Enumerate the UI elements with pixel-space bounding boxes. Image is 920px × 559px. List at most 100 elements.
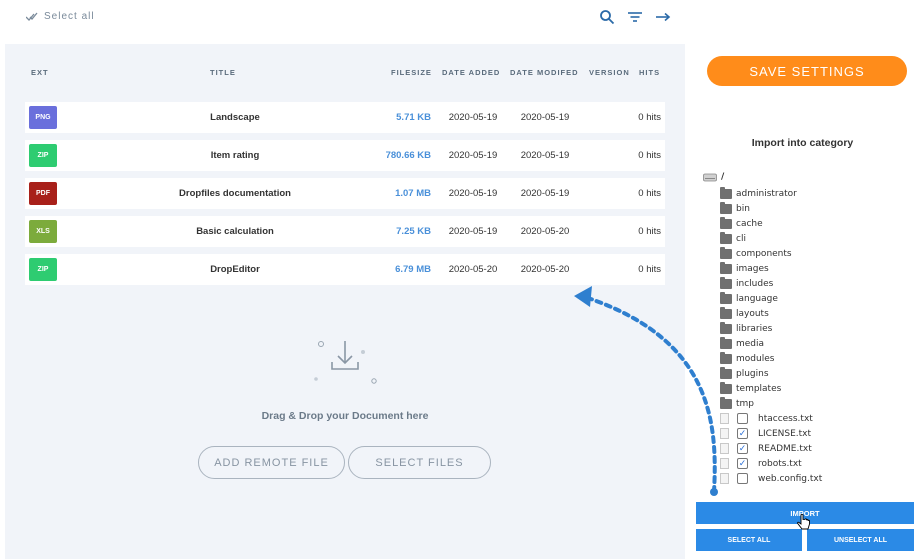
settings-panel: SAVE SETTINGS Import into category / adm… (685, 0, 920, 559)
folder-label: images (736, 263, 769, 274)
tree-file-item[interactable]: ✓ README.txt (720, 441, 812, 456)
file-date-added: 2020-05-19 (448, 150, 498, 161)
tree-file-item[interactable]: ✓ robots.txt (720, 456, 802, 471)
folder-label: administrator (736, 188, 797, 199)
tree-folder-item[interactable]: templates (720, 381, 781, 396)
tree-folder-item[interactable]: media (720, 336, 764, 351)
table-row[interactable]: XLS Basic calculation 7.25 KB 2020-05-19 202… (25, 216, 665, 247)
file-hits: 0 hits (638, 112, 661, 123)
unselect-all-files-button[interactable]: UNSELECT ALL (807, 529, 914, 551)
file-checkbox[interactable] (737, 413, 748, 424)
header-ext[interactable]: EXT (31, 68, 49, 77)
tree-folder-item[interactable]: components (720, 246, 792, 261)
file-size: 780.66 KB (385, 150, 431, 161)
file-date-modified: 2020-05-20 (520, 226, 570, 237)
tree-folder-item[interactable]: layouts (720, 306, 769, 321)
tree-folder-item[interactable]: modules (720, 351, 774, 366)
filter-icon[interactable] (627, 9, 643, 25)
header-date-modified[interactable]: DATE MODIFED (510, 68, 579, 77)
folder-icon (720, 246, 732, 259)
tree-folder-item[interactable]: images (720, 261, 769, 276)
file-date-added: 2020-05-19 (448, 188, 498, 199)
header-date-added[interactable]: DATE ADDED (442, 68, 500, 77)
import-category-title: Import into category (751, 137, 854, 149)
folder-icon (720, 321, 732, 334)
folder-icon (720, 276, 732, 289)
dropfiles-import-page: Select all EXT TITLE FILESIZE DATE ADDED… (0, 0, 920, 559)
file-title: Dropfiles documentation (179, 188, 291, 199)
file-checkbox[interactable]: ✓ (737, 443, 748, 454)
folder-label: media (736, 338, 765, 349)
table-row[interactable]: ZIP Item rating 780.66 KB 2020-05-19 2020-05… (25, 140, 665, 171)
folder-label: libraries (736, 323, 773, 334)
tree-file-item[interactable]: web.config.txt (720, 471, 822, 486)
select-all-files-button[interactable]: SELECT ALL (696, 529, 802, 551)
search-icon[interactable] (599, 9, 615, 25)
folder-icon (720, 291, 732, 304)
folder-icon (720, 216, 732, 229)
file-title: Basic calculation (196, 226, 274, 237)
folder-label: layouts (736, 308, 769, 319)
folder-label: cache (736, 218, 763, 229)
file-title: DropEditor (210, 264, 260, 275)
save-settings-button[interactable]: SAVE SETTINGS (707, 56, 907, 86)
folder-label: templates (736, 383, 782, 394)
folder-label: plugins (736, 368, 769, 379)
folder-icon (720, 201, 732, 214)
tree-file-item[interactable]: htaccess.txt (720, 411, 813, 426)
header-hits[interactable]: HITS (639, 68, 660, 77)
tree-folder-item[interactable]: language (720, 291, 778, 306)
tree-folder-item[interactable]: tmp (720, 396, 754, 411)
file-date-modified: 2020-05-19 (520, 150, 570, 161)
download-icon (314, 341, 377, 384)
table-row[interactable]: PNG Landscape 5.71 KB 2020-05-19 2020-05-19 0… (25, 102, 665, 133)
file-label: web.config.txt (758, 473, 823, 484)
tree-folder-item[interactable]: cache (720, 216, 763, 231)
file-title: Item rating (210, 150, 260, 161)
folder-icon (720, 261, 732, 274)
header-title[interactable]: TITLE (210, 68, 236, 77)
file-type-badge: XLS (29, 220, 57, 243)
tree-folder-item[interactable]: cli (720, 231, 746, 246)
file-date-added: 2020-05-19 (448, 112, 498, 123)
file-date-added: 2020-05-20 (448, 264, 498, 275)
tree-folder-item[interactable]: plugins (720, 366, 769, 381)
file-date-modified: 2020-05-19 (520, 188, 570, 199)
hand-cursor-icon (797, 514, 810, 530)
toolbar-icons (599, 9, 671, 25)
select-files-button[interactable]: SELECT FILES (348, 446, 491, 479)
file-size: 7.25 KB (396, 226, 431, 237)
folder-icon (720, 231, 732, 244)
tree-file-item[interactable]: ✓ LICENSE.txt (720, 426, 811, 441)
file-type-badge: PNG (29, 106, 57, 129)
file-icon (720, 413, 729, 424)
file-hits: 0 hits (638, 264, 661, 275)
file-toolbar: Select all (0, 0, 685, 44)
add-remote-file-button[interactable]: ADD REMOTE FILE (198, 446, 345, 479)
file-checkbox[interactable]: ✓ (737, 458, 748, 469)
table-row[interactable]: PDF Dropfiles documentation 1.07 MB 2020-05… (25, 178, 665, 209)
tree-root[interactable]: / (703, 172, 724, 182)
tree-folder-item[interactable]: includes (720, 276, 773, 291)
tree-folder-item[interactable]: bin (720, 201, 750, 216)
header-version[interactable]: VERSION (589, 68, 630, 77)
file-date-added: 2020-05-19 (448, 226, 498, 237)
file-checkbox[interactable] (737, 473, 748, 484)
table-row[interactable]: ZIP DropEditor 6.79 MB 2020-05-20 2020-05-20… (25, 254, 665, 285)
file-label: robots.txt (758, 458, 802, 469)
folder-icon (720, 306, 732, 319)
file-list-panel: EXT TITLE FILESIZE DATE ADDED DATE MODIF… (5, 44, 685, 559)
file-title: Landscape (210, 112, 260, 123)
header-filesize[interactable]: FILESIZE (391, 68, 432, 77)
select-all-toggle[interactable]: Select all (26, 11, 95, 22)
arrow-right-icon[interactable] (655, 9, 671, 25)
tree-folder-item[interactable]: libraries (720, 321, 772, 336)
folder-icon (720, 366, 732, 379)
folder-icon (720, 351, 732, 364)
folder-icon (720, 396, 732, 409)
tree-folder-item[interactable]: administrator (720, 186, 797, 201)
file-label: htaccess.txt (758, 413, 813, 424)
select-all-label: Select all (44, 11, 95, 22)
folder-icon (720, 381, 732, 394)
file-checkbox[interactable]: ✓ (737, 428, 748, 439)
